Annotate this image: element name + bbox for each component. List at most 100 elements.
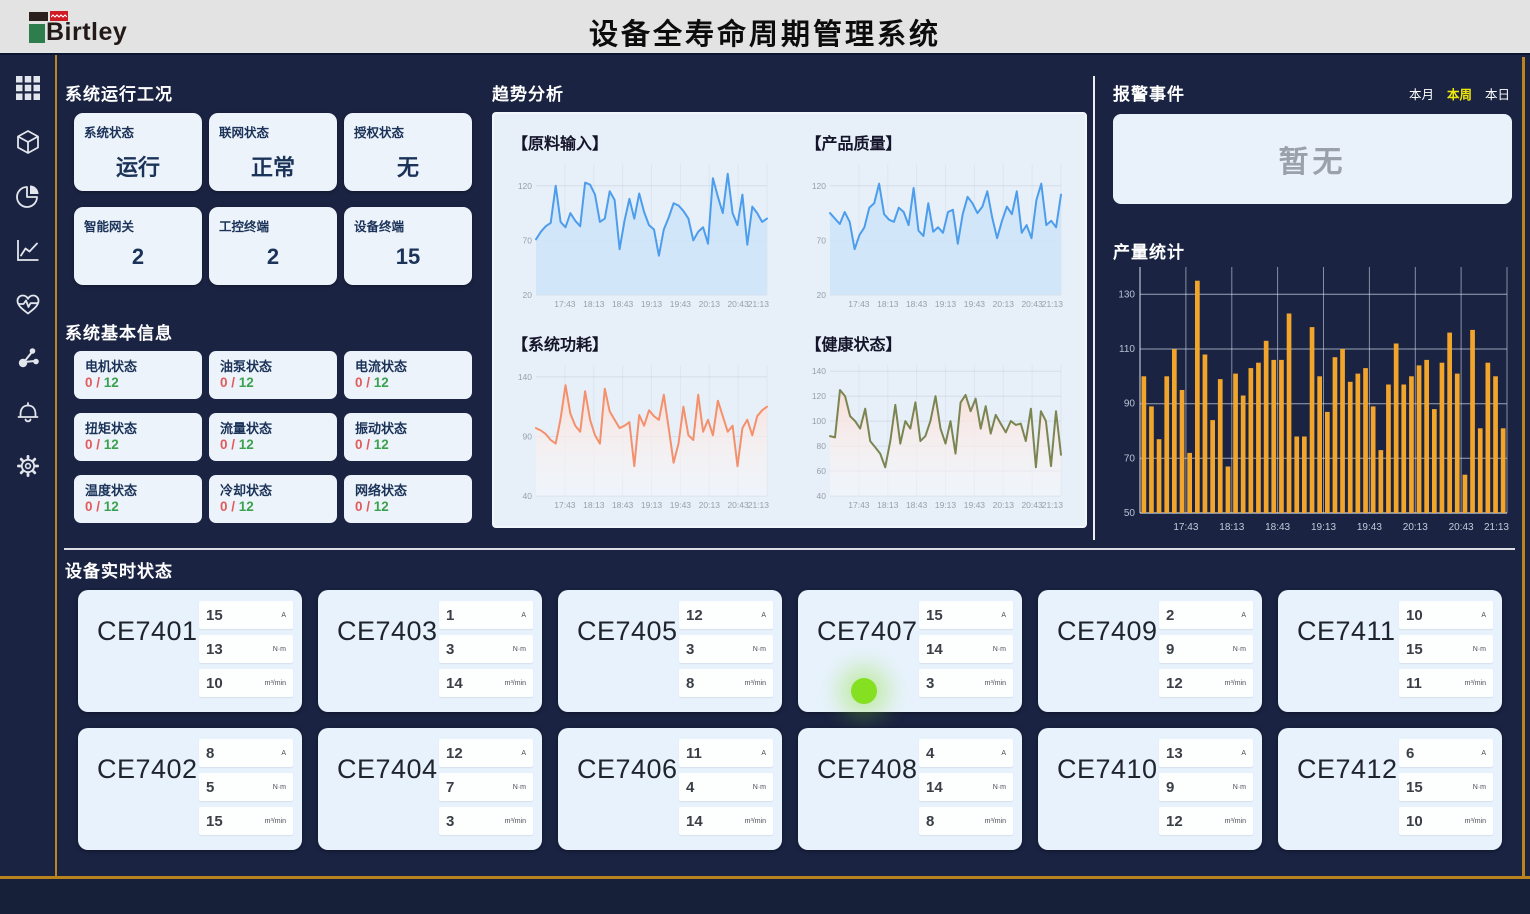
torque-unit: N·m: [273, 784, 286, 791]
flow-row: 3 m³/min: [919, 669, 1013, 697]
fault-count: 0 /: [220, 437, 235, 452]
torque-unit: N·m: [513, 646, 526, 653]
current-row: 2 A: [1159, 601, 1253, 629]
device-card[interactable]: CE7406 11 A 4 N·m 14 m³/min: [558, 728, 782, 850]
flow-unit: m³/min: [745, 680, 766, 687]
flow-row: 8 m³/min: [679, 669, 773, 697]
flow-value: 10: [206, 675, 223, 692]
device-card[interactable]: CE7405 12 A 3 N·m 8 m³/min: [558, 590, 782, 712]
settings-gear-icon[interactable]: [15, 453, 41, 479]
svg-text:70: 70: [816, 235, 826, 245]
device-card[interactable]: CE7408 4 A 14 N·m 8 m³/min: [798, 728, 1022, 850]
torque-row: 7 N·m: [439, 773, 533, 801]
card-value: 2: [84, 244, 192, 270]
svg-text:18:13: 18:13: [583, 500, 605, 510]
cube-icon[interactable]: [15, 129, 41, 155]
sidebar-nav: [0, 55, 57, 877]
device-metric-rows: 12 A 3 N·m 8 m³/min: [679, 601, 773, 697]
flow-row: 15 m³/min: [199, 807, 293, 835]
device-card[interactable]: CE7401 15 A 13 N·m 10 m³/min: [78, 590, 302, 712]
total-count: 12: [374, 437, 389, 452]
alarm-empty-panel: 暂无: [1113, 114, 1512, 204]
alarm-tab[interactable]: 本月: [1409, 84, 1434, 103]
apps-grid-icon[interactable]: [15, 75, 41, 101]
flow-value: 11: [1406, 675, 1422, 692]
bell-icon[interactable]: [15, 399, 41, 425]
current-unit: A: [1241, 612, 1246, 619]
svg-text:19:13: 19:13: [934, 500, 956, 510]
flow-row: 8 m³/min: [919, 807, 1013, 835]
current-value: 11: [686, 745, 702, 762]
operation-status-card: 工控终端 2: [209, 207, 337, 285]
current-unit: A: [1001, 612, 1006, 619]
svg-text:100: 100: [811, 416, 825, 426]
basic-info-card: 扭矩状态 0 / 12: [74, 413, 202, 461]
basic-info-card: 振动状态 0 / 12: [344, 413, 472, 461]
device-name: CE7409: [1057, 616, 1158, 647]
device-card[interactable]: CE7407 15 A 14 N·m 3 m³/min: [798, 590, 1022, 712]
operation-status-card: 系统状态 运行: [74, 113, 202, 191]
page-title: 设备全寿命周期管理系统: [0, 11, 1530, 53]
torque-unit: N·m: [753, 784, 766, 791]
svg-text:20:13: 20:13: [992, 500, 1014, 510]
fault-count: 0 /: [355, 375, 370, 390]
current-value: 15: [206, 607, 223, 624]
device-card[interactable]: CE7410 13 A 9 N·m 12 m³/min: [1038, 728, 1262, 850]
current-unit: A: [521, 750, 526, 757]
torque-unit: N·m: [1233, 646, 1246, 653]
torque-unit: N·m: [273, 646, 286, 653]
card-label: 授权状态: [354, 122, 462, 141]
device-card[interactable]: CE7412 6 A 15 N·m 10 m³/min: [1278, 728, 1502, 850]
svg-text:140: 140: [518, 372, 532, 382]
basic-info-card-grid: 电机状态 0 / 12 油泵状态 0 / 12 电流状态 0 / 12 扭矩状态…: [74, 351, 472, 523]
current-row: 15 A: [199, 601, 293, 629]
card-label: 油泵状态: [220, 356, 326, 375]
device-name: CE7404: [337, 754, 438, 785]
trend-chart-cell: 【健康状态】 40608010012014017:4318:1318:4319:…: [804, 321, 1070, 522]
svg-text:17:43: 17:43: [1173, 522, 1198, 533]
card-status: 0 / 12: [220, 437, 326, 452]
flow-row: 3 m³/min: [439, 807, 533, 835]
flow-unit: m³/min: [1225, 680, 1246, 687]
basic-info-card: 冷却状态 0 / 12: [209, 475, 337, 523]
current-value: 12: [686, 607, 703, 624]
device-card[interactable]: CE7402 8 A 5 N·m 15 m³/min: [78, 728, 302, 850]
basic-info-card: 油泵状态 0 / 12: [209, 351, 337, 399]
alarm-tab[interactable]: 本日: [1485, 84, 1510, 103]
torque-unit: N·m: [993, 646, 1006, 653]
device-card[interactable]: CE7409 2 A 9 N·m 12 m³/min: [1038, 590, 1262, 712]
svg-text:20:43: 20:43: [1449, 522, 1474, 533]
device-card[interactable]: CE7411 10 A 15 N·m 11 m³/min: [1278, 590, 1502, 712]
current-row: 11 A: [679, 739, 773, 767]
device-name: CE7408: [817, 754, 918, 785]
alarm-tab[interactable]: 本周: [1447, 84, 1472, 103]
total-count: 12: [239, 375, 254, 390]
alarm-empty-text: 暂无: [1279, 137, 1347, 181]
device-name: CE7411: [1297, 616, 1396, 647]
device-card[interactable]: CE7403 1 A 3 N·m 14 m³/min: [318, 590, 542, 712]
device-name: CE7403: [337, 616, 438, 647]
pie-chart-icon[interactable]: [15, 183, 41, 209]
operation-card-grid: 系统状态 运行 联网状态 正常 授权状态 无 智能网关 2 工控终端 2 设备终…: [74, 113, 472, 285]
line-chart-icon[interactable]: [15, 237, 41, 263]
torque-row: 9 N·m: [1159, 773, 1253, 801]
svg-text:120: 120: [811, 181, 825, 191]
svg-text:80: 80: [816, 441, 826, 451]
operation-status-card: 联网状态 正常: [209, 113, 337, 191]
card-label: 温度状态: [85, 480, 191, 499]
network-nodes-icon[interactable]: [15, 345, 41, 371]
svg-text:90: 90: [523, 432, 533, 442]
basic-info-card: 流量状态 0 / 12: [209, 413, 337, 461]
health-pulse-icon[interactable]: [15, 291, 41, 317]
current-value: 6: [1406, 745, 1414, 762]
torque-row: 3 N·m: [679, 635, 773, 663]
card-label: 电机状态: [85, 356, 191, 375]
svg-text:20:43: 20:43: [1021, 299, 1043, 309]
torque-value: 3: [686, 641, 694, 658]
device-card[interactable]: CE7404 12 A 7 N·m 3 m³/min: [318, 728, 542, 850]
card-value: 无: [354, 150, 462, 182]
basic-info-card: 网络状态 0 / 12: [344, 475, 472, 523]
chart-title: 【健康状态】: [806, 331, 1070, 355]
flow-row: 12 m³/min: [1159, 807, 1253, 835]
card-label: 流量状态: [220, 418, 326, 437]
